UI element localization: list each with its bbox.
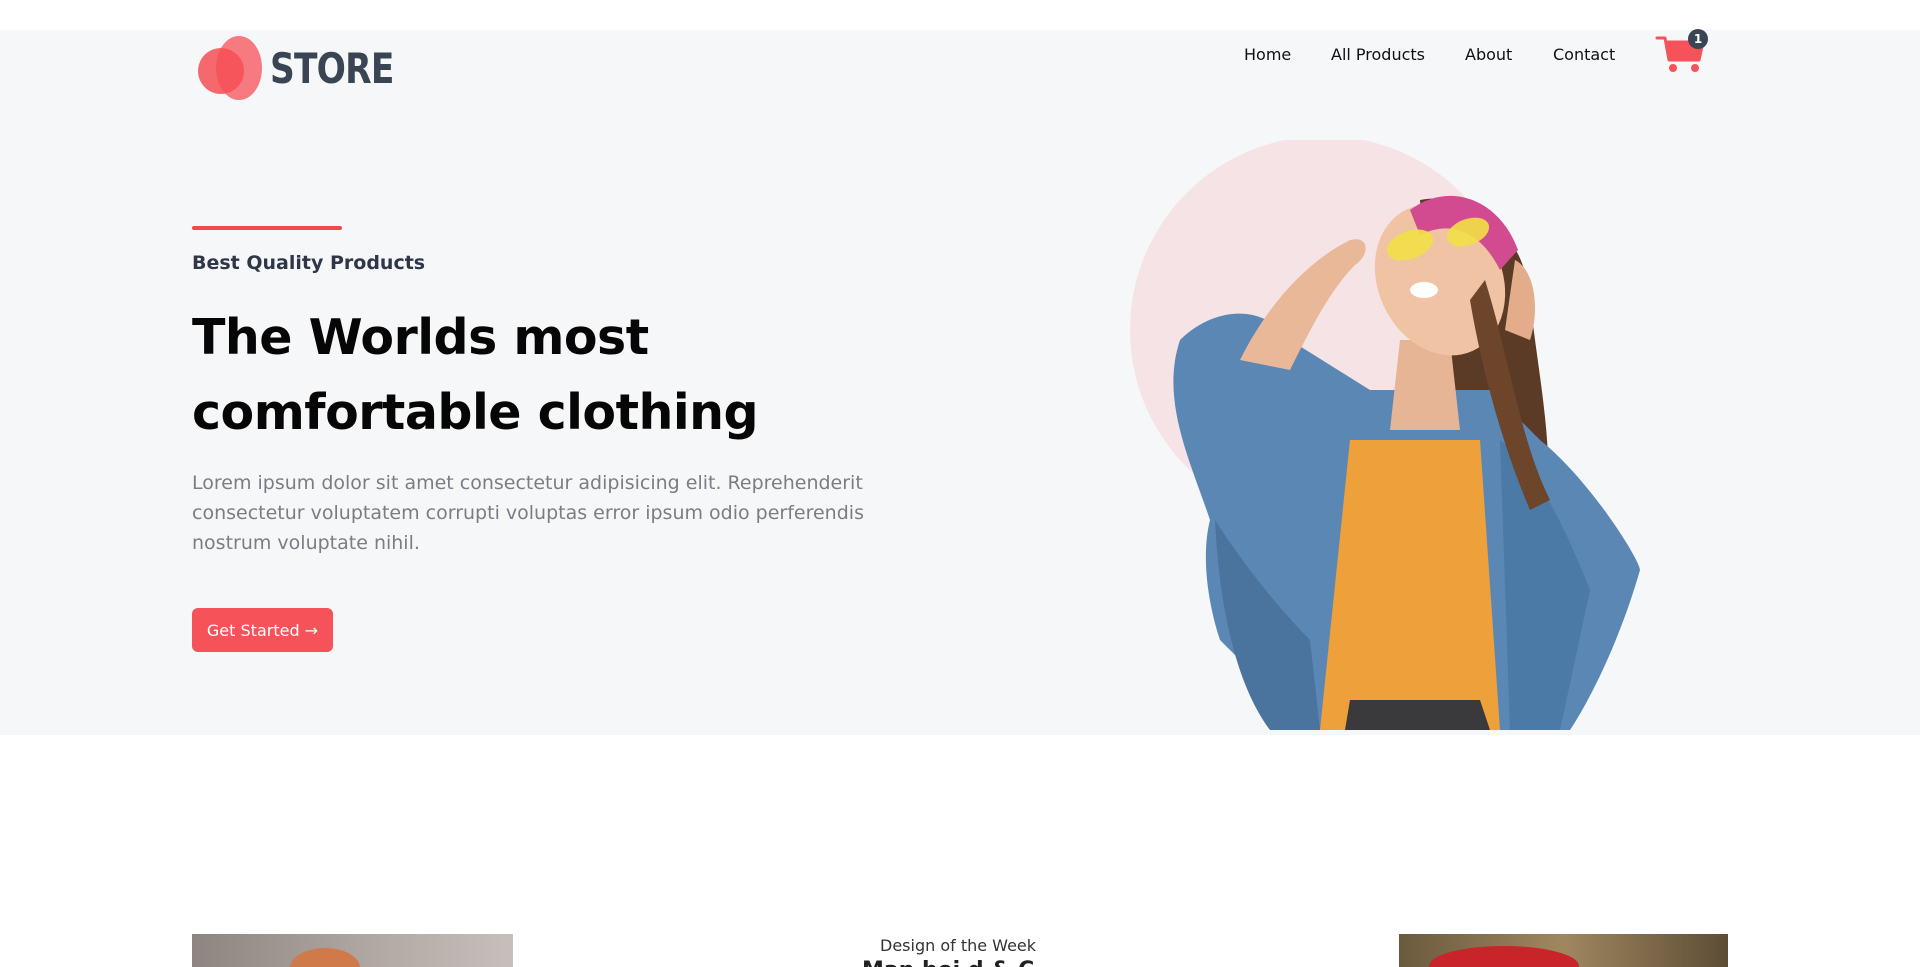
hero-model-image xyxy=(1120,136,1680,730)
hero-description: Lorem ipsum dolor sit amet consectetur a… xyxy=(192,472,864,554)
nav-about[interactable]: About xyxy=(1465,45,1512,64)
logo-icon xyxy=(198,36,264,100)
accent-line xyxy=(192,226,342,230)
store-logo[interactable]: STORE xyxy=(198,36,421,100)
nav-all-products[interactable]: All Products xyxy=(1331,45,1425,64)
logo-text: STORE xyxy=(270,43,394,93)
cart-count-badge: 1 xyxy=(1688,29,1708,49)
nav-contact[interactable]: Contact xyxy=(1553,45,1615,64)
design-of-week-label: Design of the Week xyxy=(880,936,1037,955)
design-of-week-title: Man hei d & C xyxy=(862,958,1034,967)
product-image-right[interactable] xyxy=(1399,934,1728,967)
top-strip xyxy=(0,0,1920,30)
hero-title: The Worlds most comfortable clothing xyxy=(192,300,1012,450)
hero-title-line2: comfortable clothing xyxy=(192,384,759,441)
hero-title-line1: The Worlds most xyxy=(192,309,649,366)
get-started-button[interactable]: Get Started → xyxy=(192,608,333,652)
product-image-left[interactable] xyxy=(192,934,513,967)
hero-eyebrow: Best Quality Products xyxy=(192,252,426,274)
nav-home[interactable]: Home xyxy=(1244,45,1291,64)
